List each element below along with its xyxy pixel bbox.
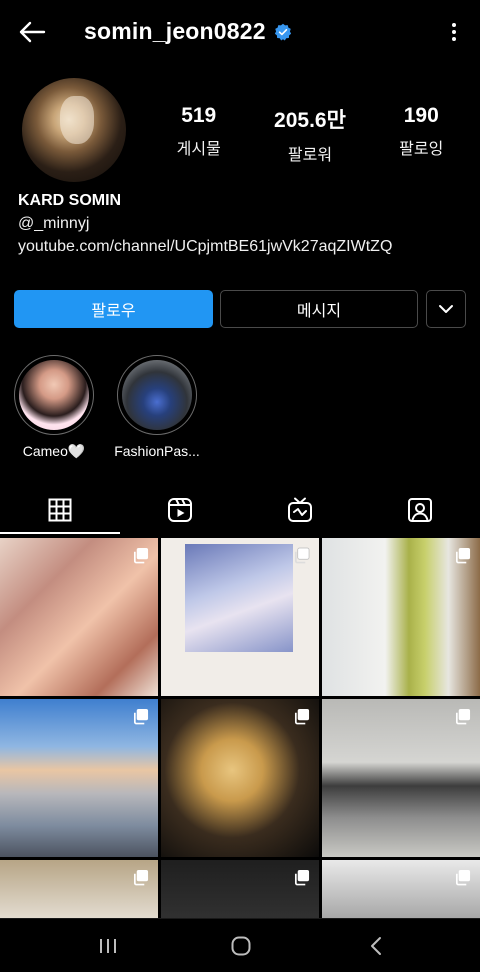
tagged-icon [408,498,432,522]
following-count: 190 [403,104,439,127]
dot-icon [452,23,456,27]
system-back-button[interactable] [356,929,396,963]
bio-website-link[interactable]: youtube.com/channel/UCpjmtBE61jwVk27aqZI… [18,238,392,256]
post-thumbnail[interactable] [322,538,480,696]
post-thumbnail[interactable] [322,860,480,918]
multiple-photos-icon [133,547,149,564]
home-icon [231,936,251,956]
post-thumbnail[interactable] [322,699,480,857]
message-button[interactable]: 메시지 [220,290,418,328]
profile-avatar[interactable] [22,78,126,182]
dot-icon [452,37,456,41]
home-button[interactable] [221,929,261,963]
more-options-button[interactable] [448,18,460,46]
followers-stat[interactable]: 205.6만 팔로워 [274,104,346,165]
multiple-photos-icon [133,869,149,886]
chevron-down-icon [439,305,453,313]
dot-icon [452,30,456,34]
tab-tagged[interactable] [360,487,480,533]
highlight-item[interactable]: Cameo🤍 [13,355,95,460]
highlight-item[interactable]: FashionPas... [114,355,200,459]
highlight-caption: FashionPas... [114,443,200,459]
multiple-photos-icon [455,708,471,725]
tab-posts-grid[interactable] [0,487,120,533]
profile-bio: KARD SOMIN @_minnyj youtube.com/channel/… [18,192,392,256]
polaroid-photo [185,544,293,652]
highlight-cover [19,360,89,430]
highlight-ring [117,355,197,435]
profile-actions: 팔로우 메시지 [14,290,466,328]
system-nav-bar [0,918,480,972]
story-highlights: Cameo🤍 FashionPas... [0,355,480,465]
profile-stats: 519 게시물 205.6만 팔로워 190 팔로잉 [150,104,470,165]
post-thumbnail[interactable] [161,860,319,918]
posts-count: 519 [181,104,217,127]
back-nav-icon [371,937,381,955]
profile-tabs [0,487,480,535]
multiple-photos-icon [294,869,310,886]
arrow-left-icon [19,21,46,43]
reels-icon [168,498,192,522]
active-tab-indicator [0,532,120,534]
profile-username: somin_jeon0822 [84,18,292,45]
top-bar: somin_jeon0822 [0,0,480,66]
multiple-photos-icon [455,547,471,564]
username-text: somin_jeon0822 [84,18,266,44]
followers-count: 205.6만 [274,109,346,132]
multiple-photos-icon [294,547,310,564]
back-button[interactable] [16,16,48,48]
highlight-ring [14,355,94,435]
following-label: 팔로잉 [399,141,444,158]
recent-apps-button[interactable] [88,929,128,963]
recent-apps-icon [100,939,116,953]
igtv-icon [288,497,312,522]
post-thumbnail[interactable] [0,699,158,857]
posts-stat[interactable]: 519 게시물 [177,104,221,165]
verified-badge-icon [274,23,291,40]
post-thumbnail[interactable] [161,538,319,696]
tab-reels[interactable] [120,487,240,533]
post-thumbnail[interactable] [0,538,158,696]
highlight-cover [122,360,192,430]
multiple-photos-icon [455,869,471,886]
posts-label: 게시물 [176,141,221,158]
post-thumbnail[interactable] [0,860,158,918]
follow-button[interactable]: 팔로우 [14,290,213,328]
grid-icon [48,498,72,522]
suggested-accounts-button[interactable] [426,290,466,328]
multiple-photos-icon [294,708,310,725]
posts-grid [0,538,480,918]
bio-handle-link[interactable]: @_minnyj [18,215,392,233]
post-thumbnail[interactable] [161,699,319,857]
display-name: KARD SOMIN [18,192,122,209]
followers-label: 팔로워 [287,147,333,164]
highlight-caption: Cameo🤍 [22,443,86,459]
tab-igtv[interactable] [240,487,360,533]
following-stat[interactable]: 190 팔로잉 [399,104,443,165]
multiple-photos-icon [133,708,149,725]
